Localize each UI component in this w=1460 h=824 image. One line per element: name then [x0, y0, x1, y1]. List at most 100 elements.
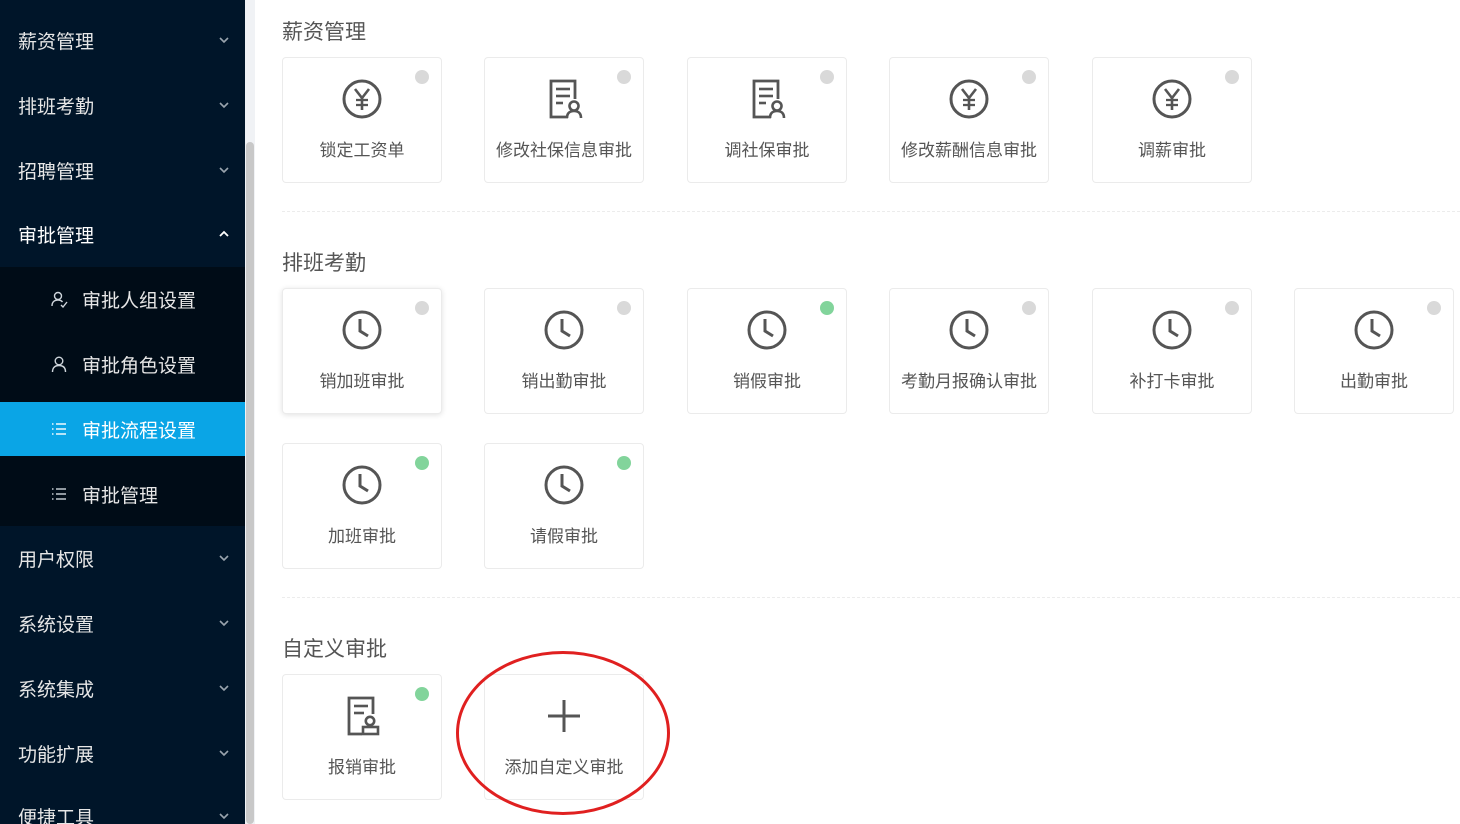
- card-cancel-leave[interactable]: 销假审批: [687, 288, 847, 414]
- card-cancel-overtime[interactable]: 销加班审批: [282, 288, 442, 414]
- menu-label: 薪资管理: [18, 30, 95, 53]
- menu-label: 审批管理: [18, 224, 95, 247]
- card-social-insurance-edit[interactable]: 修改社保信息审批: [484, 57, 644, 183]
- chevron-down-icon: [219, 620, 229, 627]
- card-label: 销假审批: [733, 372, 801, 392]
- card-leave[interactable]: 请假审批: [484, 443, 644, 569]
- document-user-icon: [745, 77, 789, 121]
- section-title-attendance: 排班考勤: [282, 251, 366, 275]
- submenu-item-approval-manage[interactable]: 审批管理: [0, 467, 245, 521]
- menu-item-extensions[interactable]: 功能扩展: [0, 721, 245, 785]
- status-dot: [1225, 301, 1239, 315]
- card-salary-info-edit[interactable]: 修改薪酬信息审批: [889, 57, 1049, 183]
- clock-icon: [1352, 308, 1396, 352]
- card-label: 调社保审批: [724, 141, 810, 161]
- submenu-item-approver-group[interactable]: 审批人组设置: [0, 272, 245, 326]
- section-title-custom: 自定义审批: [282, 637, 387, 661]
- card-label: 修改社保信息审批: [496, 141, 632, 161]
- card-label: 出勤审批: [1340, 372, 1408, 392]
- menu-label: 便捷工具: [18, 806, 95, 824]
- status-dot: [415, 301, 429, 315]
- menu-item-user-permissions[interactable]: 用户权限: [0, 526, 245, 590]
- chevron-down-icon: [219, 750, 229, 757]
- add-custom-approval-button[interactable]: 添加自定义审批: [484, 674, 644, 800]
- card-label: 报销审批: [328, 758, 396, 778]
- submenu-label: 审批流程设置: [82, 419, 197, 442]
- card-lock-payslip[interactable]: 锁定工资单: [282, 57, 442, 183]
- card-label: 调薪审批: [1138, 141, 1206, 161]
- chevron-down-icon: [219, 167, 229, 174]
- clock-icon: [340, 463, 384, 507]
- document-stamp-icon: [340, 694, 384, 738]
- card-label: 销出勤审批: [521, 372, 607, 392]
- card-label: 补打卡审批: [1129, 372, 1215, 392]
- yuan-icon: [947, 77, 991, 121]
- menu-label: 系统集成: [18, 678, 95, 701]
- chevron-down-icon: [219, 37, 229, 44]
- card-label: 添加自定义审批: [504, 758, 624, 778]
- clock-icon: [745, 308, 789, 352]
- status-dot: [617, 301, 631, 315]
- card-label: 锁定工资单: [319, 141, 405, 161]
- status-dot: [415, 70, 429, 84]
- section-title-salary: 薪资管理: [282, 20, 366, 44]
- status-dot: [820, 301, 834, 315]
- clock-icon: [947, 308, 991, 352]
- section-divider: [282, 597, 1460, 598]
- list-icon: [52, 488, 66, 500]
- card-monthly-report-confirm[interactable]: 考勤月报确认审批: [889, 288, 1049, 414]
- status-dot: [1022, 301, 1036, 315]
- status-dot: [415, 456, 429, 470]
- clock-icon: [542, 463, 586, 507]
- card-label: 销加班审批: [319, 372, 405, 392]
- yuan-icon: [1150, 77, 1194, 121]
- chevron-down-icon: [219, 555, 229, 562]
- card-attendance[interactable]: 出勤审批: [1294, 288, 1454, 414]
- menu-label: 系统设置: [18, 613, 95, 636]
- menu-label: 排班考勤: [18, 95, 95, 118]
- menu-item-recruitment[interactable]: 招聘管理: [0, 138, 245, 202]
- menu-item-system-settings[interactable]: 系统设置: [0, 591, 245, 655]
- status-dot: [415, 687, 429, 701]
- card-cancel-attendance[interactable]: 销出勤审批: [484, 288, 644, 414]
- menu-item-approval[interactable]: 审批管理: [0, 202, 245, 266]
- submenu-item-approval-flow[interactable]: 审批流程设置: [0, 402, 245, 456]
- submenu-label: 审批管理: [82, 484, 159, 507]
- clock-icon: [542, 308, 586, 352]
- chevron-down-icon: [219, 685, 229, 692]
- card-salary-adjust[interactable]: 调薪审批: [1092, 57, 1252, 183]
- card-punch-correction[interactable]: 补打卡审批: [1092, 288, 1252, 414]
- menu-item-tools[interactable]: 便捷工具: [0, 784, 245, 824]
- list-icon: [52, 423, 66, 435]
- status-dot: [1225, 70, 1239, 84]
- user-group-icon: [51, 291, 68, 308]
- menu-label: 功能扩展: [18, 743, 95, 766]
- clock-icon: [340, 308, 384, 352]
- section-divider: [282, 211, 1460, 212]
- card-reimbursement[interactable]: 报销审批: [282, 674, 442, 800]
- sidebar: 薪资管理 排班考勤 招聘管理 审批管理 审批人组设置 审批角色设置 审批流程设置: [0, 0, 245, 824]
- status-dot: [1022, 70, 1036, 84]
- chevron-down-icon: [219, 102, 229, 109]
- menu-item-salary[interactable]: 薪资管理: [0, 8, 245, 72]
- card-label: 考勤月报确认审批: [901, 372, 1037, 392]
- card-label: 加班审批: [328, 527, 396, 547]
- card-social-insurance-adjust[interactable]: 调社保审批: [687, 57, 847, 183]
- submenu-item-approver-role[interactable]: 审批角色设置: [0, 337, 245, 391]
- plus-icon: [542, 694, 586, 738]
- chevron-up-icon: [219, 230, 229, 237]
- submenu-label: 审批人组设置: [82, 289, 197, 312]
- menu-label: 招聘管理: [18, 160, 95, 183]
- menu-item-system-integration[interactable]: 系统集成: [0, 656, 245, 720]
- status-dot: [1427, 301, 1441, 315]
- document-user-icon: [542, 77, 586, 121]
- card-label: 请假审批: [530, 527, 598, 547]
- status-dot: [820, 70, 834, 84]
- sidebar-scrollbar-thumb[interactable]: [246, 142, 254, 824]
- status-dot: [617, 70, 631, 84]
- chevron-down-icon: [219, 813, 229, 820]
- user-icon: [51, 356, 67, 373]
- menu-item-attendance[interactable]: 排班考勤: [0, 73, 245, 137]
- card-label: 修改薪酬信息审批: [901, 141, 1037, 161]
- card-overtime[interactable]: 加班审批: [282, 443, 442, 569]
